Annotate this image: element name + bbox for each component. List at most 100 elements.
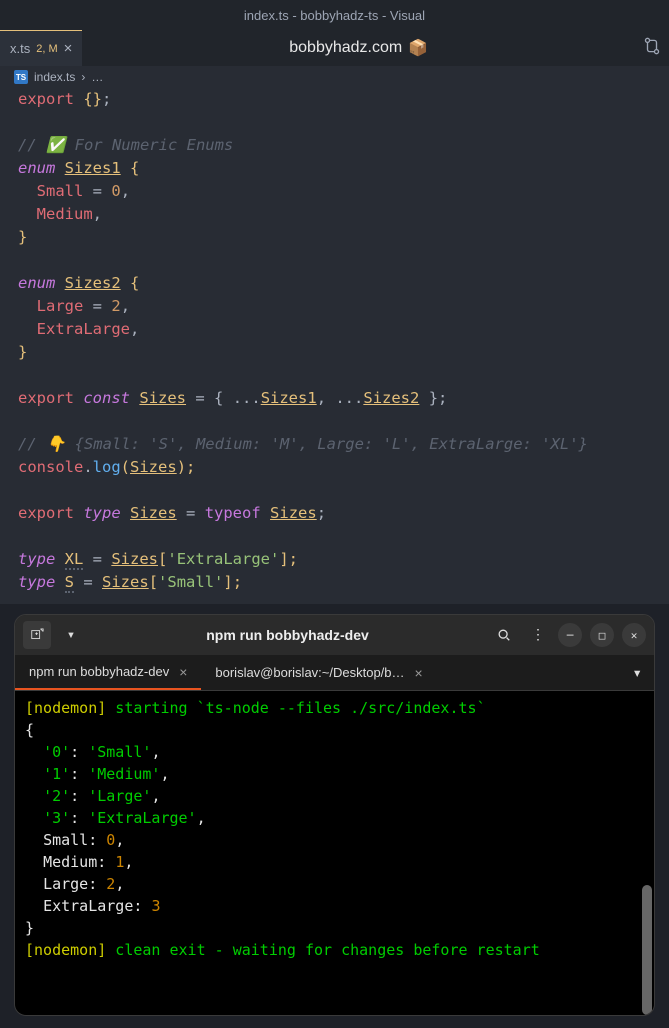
window-title: index.ts - bobbyhadz-ts - Visual [244, 8, 425, 23]
code-token: . [83, 458, 92, 476]
term-line: [nodemon] [25, 941, 106, 959]
code-token: Medium [37, 205, 93, 223]
code-token: Sizes1 [261, 389, 317, 407]
breadcrumb-file: index.ts [34, 70, 75, 84]
code-comment: // 👇️ {Small: 'S', Medium: 'M', Large: '… [18, 435, 588, 453]
term-line: , [124, 853, 133, 871]
page-header: bobbyhadz.com 📦 [82, 30, 635, 66]
term-line: Large: [43, 875, 97, 893]
term-line: '0' [43, 743, 70, 761]
tabs-overflow-button[interactable]: ▾ [620, 655, 654, 690]
terminal-tab-label: borislav@borislav:~/Desktop/b… [215, 665, 404, 680]
term-line: : [70, 809, 88, 827]
terminal-tab-label: npm run bobbyhadz-dev [29, 664, 169, 679]
code-token: = [177, 504, 205, 522]
code-token: { [130, 274, 139, 292]
term-line: 'Large' [88, 787, 151, 805]
code-token: ; [317, 504, 326, 522]
terminal-tab[interactable]: borislav@borislav:~/Desktop/b… × [201, 655, 436, 690]
code-token: Sizes [130, 504, 177, 522]
code-token: Sizes [130, 458, 177, 476]
code-token: Sizes2 [65, 274, 121, 292]
minimize-button[interactable]: ─ [558, 623, 582, 647]
code-token: S [65, 573, 74, 593]
term-line: starting ` [106, 699, 205, 717]
code-token: export [18, 504, 74, 522]
term-line: : [70, 765, 88, 783]
terminal-tab-active[interactable]: npm run bobbyhadz-dev × [15, 655, 201, 690]
code-token: ]; [279, 550, 298, 568]
code-token: [ [158, 550, 167, 568]
code-token: , [121, 297, 130, 315]
site-name: bobbyhadz.com [289, 39, 402, 57]
code-token: , ... [317, 389, 364, 407]
typescript-icon: TS [14, 70, 28, 84]
breadcrumb[interactable]: TS index.ts › … [0, 66, 669, 88]
code-token: type [18, 550, 55, 568]
code-token: console [18, 458, 83, 476]
maximize-button[interactable]: □ [590, 623, 614, 647]
code-token: = [83, 297, 111, 315]
code-token: {} [83, 90, 102, 108]
breadcrumb-more: … [91, 70, 103, 84]
code-token: }; [419, 389, 447, 407]
terminal-titlebar: ▾ npm run bobbyhadz-dev ⋮ ─ □ ✕ [15, 615, 654, 655]
dropdown-button[interactable]: ▾ [57, 621, 85, 649]
code-token: , [130, 320, 139, 338]
code-token: XL [65, 550, 84, 570]
code-token: 2 [111, 297, 120, 315]
code-token: = [74, 573, 102, 591]
new-tab-button[interactable] [23, 621, 51, 649]
term-line: 2 [106, 875, 115, 893]
term-line: { [25, 721, 34, 739]
code-editor[interactable]: export {}; // ✅ For Numeric Enums enum S… [0, 88, 669, 604]
code-token: ; [102, 90, 111, 108]
term-line: 'ExtraLarge' [88, 809, 196, 827]
code-token: enum [18, 159, 55, 177]
code-token: = { ... [186, 389, 261, 407]
code-token: } [18, 228, 27, 246]
code-token: , [93, 205, 102, 223]
term-line: ts-node --files ./src/index.ts [206, 699, 477, 717]
term-line: ` [477, 699, 486, 717]
search-icon[interactable] [490, 621, 518, 649]
terminal-output[interactable]: [nodemon] starting `ts-node --files ./sr… [15, 691, 654, 1015]
close-button[interactable]: ✕ [622, 623, 646, 647]
chevron-right-icon: › [81, 70, 85, 84]
term-line: ExtraLarge: [43, 897, 142, 915]
term-line: 0 [106, 831, 115, 849]
code-token: type [83, 504, 120, 522]
term-line: '2' [43, 787, 70, 805]
window-controls: ─ □ ✕ [558, 623, 646, 647]
scrollbar-thumb[interactable] [642, 885, 652, 1015]
code-token: enum [18, 274, 55, 292]
code-token: ( [121, 458, 130, 476]
term-line: , [197, 809, 206, 827]
code-token: type [18, 573, 55, 591]
term-line: : [70, 787, 88, 805]
terminal-window: ▾ npm run bobbyhadz-dev ⋮ ─ □ ✕ npm run … [14, 614, 655, 1016]
git-compare-icon[interactable] [643, 37, 661, 59]
tabs-actions [635, 30, 669, 66]
code-token: Sizes [139, 389, 186, 407]
close-icon[interactable]: × [179, 664, 187, 680]
window-title-bar: index.ts - bobbyhadz-ts - Visual [0, 0, 669, 30]
term-line: 'Medium' [88, 765, 160, 783]
close-icon[interactable]: × [64, 40, 73, 57]
code-token: log [93, 458, 121, 476]
package-icon: 📦 [408, 38, 428, 58]
code-token: Sizes2 [363, 389, 419, 407]
editor-tab-active[interactable]: x.ts 2, M × [0, 30, 82, 66]
code-token: , [121, 182, 130, 200]
term-line: 3 [151, 897, 160, 915]
code-token: 'ExtraLarge' [167, 550, 279, 568]
term-line: : [70, 743, 88, 761]
term-line: , [115, 875, 124, 893]
code-token: Sizes [102, 573, 149, 591]
term-line: , [160, 765, 169, 783]
close-icon[interactable]: × [415, 665, 423, 681]
code-comment: // ✅ For Numeric Enums [18, 136, 233, 154]
code-token: [ [149, 573, 158, 591]
term-line: } [25, 919, 34, 937]
menu-icon[interactable]: ⋮ [524, 621, 552, 649]
